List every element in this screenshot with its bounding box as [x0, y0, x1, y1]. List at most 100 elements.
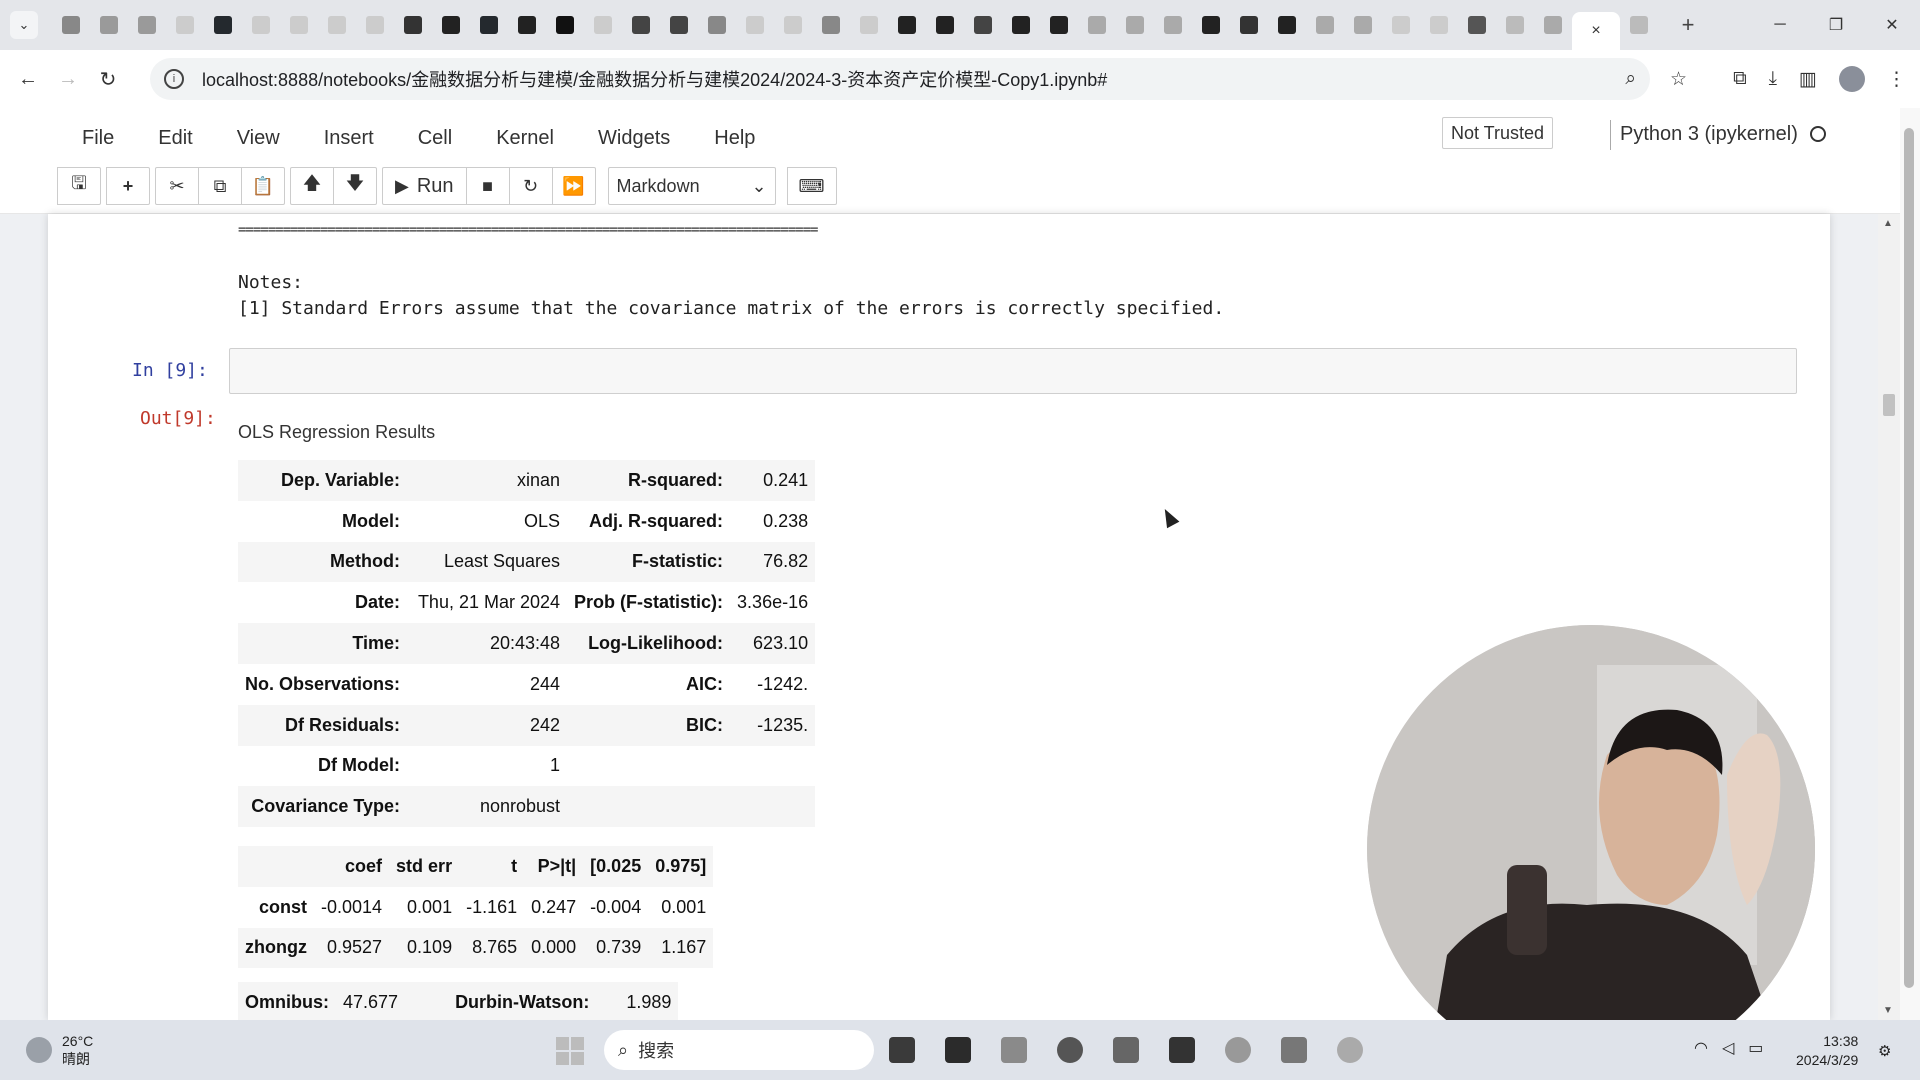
forward-button[interactable]: →	[48, 59, 88, 99]
browser-tab[interactable]	[1040, 10, 1078, 40]
browser-tab[interactable]	[356, 10, 394, 40]
restore-button[interactable]: ❐	[1808, 0, 1864, 50]
active-tab[interactable]: ×	[1572, 12, 1620, 50]
browser-tab[interactable]	[1458, 10, 1496, 40]
menu-view[interactable]: View	[215, 127, 302, 150]
scrollbar-thumb[interactable]	[1883, 394, 1895, 416]
menu-cell[interactable]: Cell	[396, 127, 474, 150]
cut-button[interactable]: ✂	[155, 167, 199, 205]
wps-app[interactable]	[1276, 1032, 1312, 1068]
browser-tab[interactable]	[1116, 10, 1154, 40]
browser-tab[interactable]	[660, 10, 698, 40]
notebook-scrollbar[interactable]: ▲ ▼	[1878, 214, 1900, 1020]
browser-tab[interactable]	[1154, 10, 1192, 40]
profile-avatar[interactable]	[1839, 66, 1865, 92]
misc-app[interactable]	[1332, 1032, 1368, 1068]
browser-tab[interactable]	[1002, 10, 1040, 40]
browser-tab[interactable]	[1496, 10, 1534, 40]
cmd-app[interactable]	[1164, 1032, 1200, 1068]
interrupt-button[interactable]: ■	[465, 167, 510, 205]
browser-tab[interactable]	[546, 10, 584, 40]
menu-kernel[interactable]: Kernel	[474, 127, 576, 150]
browser-tab[interactable]	[774, 10, 812, 40]
close-icon[interactable]: ×	[1591, 22, 1600, 40]
weather-widget[interactable]: 26°C 晴朗	[26, 1032, 93, 1068]
browser-tab[interactable]	[964, 10, 1002, 40]
browser-tab[interactable]	[584, 10, 622, 40]
trust-status-button[interactable]: Not Trusted	[1442, 117, 1554, 149]
browser-tab[interactable]	[622, 10, 660, 40]
url-text[interactable]: localhost:8888/notebooks/金融数据分析与建模/金融数据分…	[202, 66, 1107, 92]
browser-tab[interactable]	[888, 10, 926, 40]
page-scrollbar[interactable]	[1900, 108, 1920, 1020]
code-cell-input[interactable]	[229, 348, 1797, 394]
browser-tab[interactable]	[1620, 10, 1658, 40]
browser-tab[interactable]	[850, 10, 888, 40]
address-bar[interactable]: i localhost:8888/notebooks/金融数据分析与建模/金融数…	[150, 58, 1650, 100]
browser-tab[interactable]	[204, 10, 242, 40]
browser-tab[interactable]	[1420, 10, 1458, 40]
sidepanel-icon[interactable]: ▥	[1799, 68, 1817, 91]
command-palette-button[interactable]: ⌨	[786, 167, 837, 205]
more-options-icon[interactable]: ⋮	[1887, 68, 1906, 91]
reload-button[interactable]: ↻	[88, 59, 128, 99]
browser-tab[interactable]	[52, 10, 90, 40]
window-close-button[interactable]: ✕	[1864, 0, 1920, 50]
menu-help[interactable]: Help	[692, 127, 777, 150]
browser-tab[interactable]	[128, 10, 166, 40]
menu-edit[interactable]: Edit	[136, 127, 214, 150]
browser-tab[interactable]	[1078, 10, 1116, 40]
browser-tab[interactable]	[698, 10, 736, 40]
save-button[interactable]: 🖫	[57, 167, 101, 205]
extensions-icon[interactable]: ⧉	[1733, 68, 1747, 90]
browser-tab[interactable]	[1230, 10, 1268, 40]
restart-button[interactable]: ↻	[508, 167, 553, 205]
download-icon[interactable]: ⤓	[1769, 68, 1777, 90]
notification-icon[interactable]: ⚙	[1878, 1042, 1891, 1060]
editor-app[interactable]	[1220, 1032, 1256, 1068]
taskview-app[interactable]	[884, 1032, 920, 1068]
start-button[interactable]	[556, 1037, 584, 1065]
zoom-icon[interactable]: ⌕	[1625, 68, 1636, 90]
scroll-up-icon[interactable]: ▲	[1883, 218, 1893, 229]
browser-tab[interactable]	[1344, 10, 1382, 40]
taskbar-search[interactable]: ⌕ 搜索	[604, 1030, 874, 1070]
menu-file[interactable]: File	[60, 127, 136, 150]
menu-widgets[interactable]: Widgets	[576, 127, 692, 150]
browser-tab[interactable]	[1192, 10, 1230, 40]
restart-run-all-button[interactable]: ⏩	[551, 167, 596, 205]
browser-tab[interactable]	[394, 10, 432, 40]
scroll-down-icon[interactable]: ▼	[1883, 1005, 1893, 1016]
browser-tab[interactable]	[1534, 10, 1572, 40]
browser-tab[interactable]	[280, 10, 318, 40]
browser-tab[interactable]	[470, 10, 508, 40]
battery-icon[interactable]: ▭	[1748, 1038, 1763, 1058]
terminal-app[interactable]	[940, 1032, 976, 1068]
menu-insert[interactable]: Insert	[302, 127, 396, 150]
browser-tab[interactable]	[242, 10, 280, 40]
new-tab-button[interactable]: +	[1672, 10, 1704, 40]
insert-cell-button[interactable]: +	[106, 167, 150, 205]
cell-type-select[interactable]: Markdown ⌄	[607, 167, 776, 205]
volume-icon[interactable]: ◁	[1722, 1038, 1734, 1058]
minimize-button[interactable]: ─	[1752, 0, 1808, 50]
paste-button[interactable]: 📋	[241, 167, 285, 205]
tab-search-button[interactable]: ⌄	[10, 11, 38, 39]
page-scrollbar-thumb[interactable]	[1904, 128, 1914, 988]
browser-tab[interactable]	[736, 10, 774, 40]
browser-tab[interactable]	[90, 10, 128, 40]
back-button[interactable]: ←	[8, 59, 48, 99]
pen-app[interactable]	[1108, 1032, 1144, 1068]
browser-tab[interactable]	[432, 10, 470, 40]
file-explorer-app[interactable]	[996, 1032, 1032, 1068]
wifi-icon[interactable]: ◠	[1694, 1038, 1708, 1058]
browser-tab[interactable]	[1382, 10, 1420, 40]
browser-tab[interactable]	[926, 10, 964, 40]
clock[interactable]: 13:38 2024/3/29	[1796, 1032, 1858, 1070]
browser-tab[interactable]	[318, 10, 356, 40]
bookmark-star-icon[interactable]: ☆	[1670, 68, 1687, 91]
run-button[interactable]: ▶ Run	[382, 167, 467, 205]
browser-tab[interactable]	[812, 10, 850, 40]
browser-tab[interactable]	[1306, 10, 1344, 40]
move-down-button[interactable]: 🡇	[333, 167, 377, 205]
